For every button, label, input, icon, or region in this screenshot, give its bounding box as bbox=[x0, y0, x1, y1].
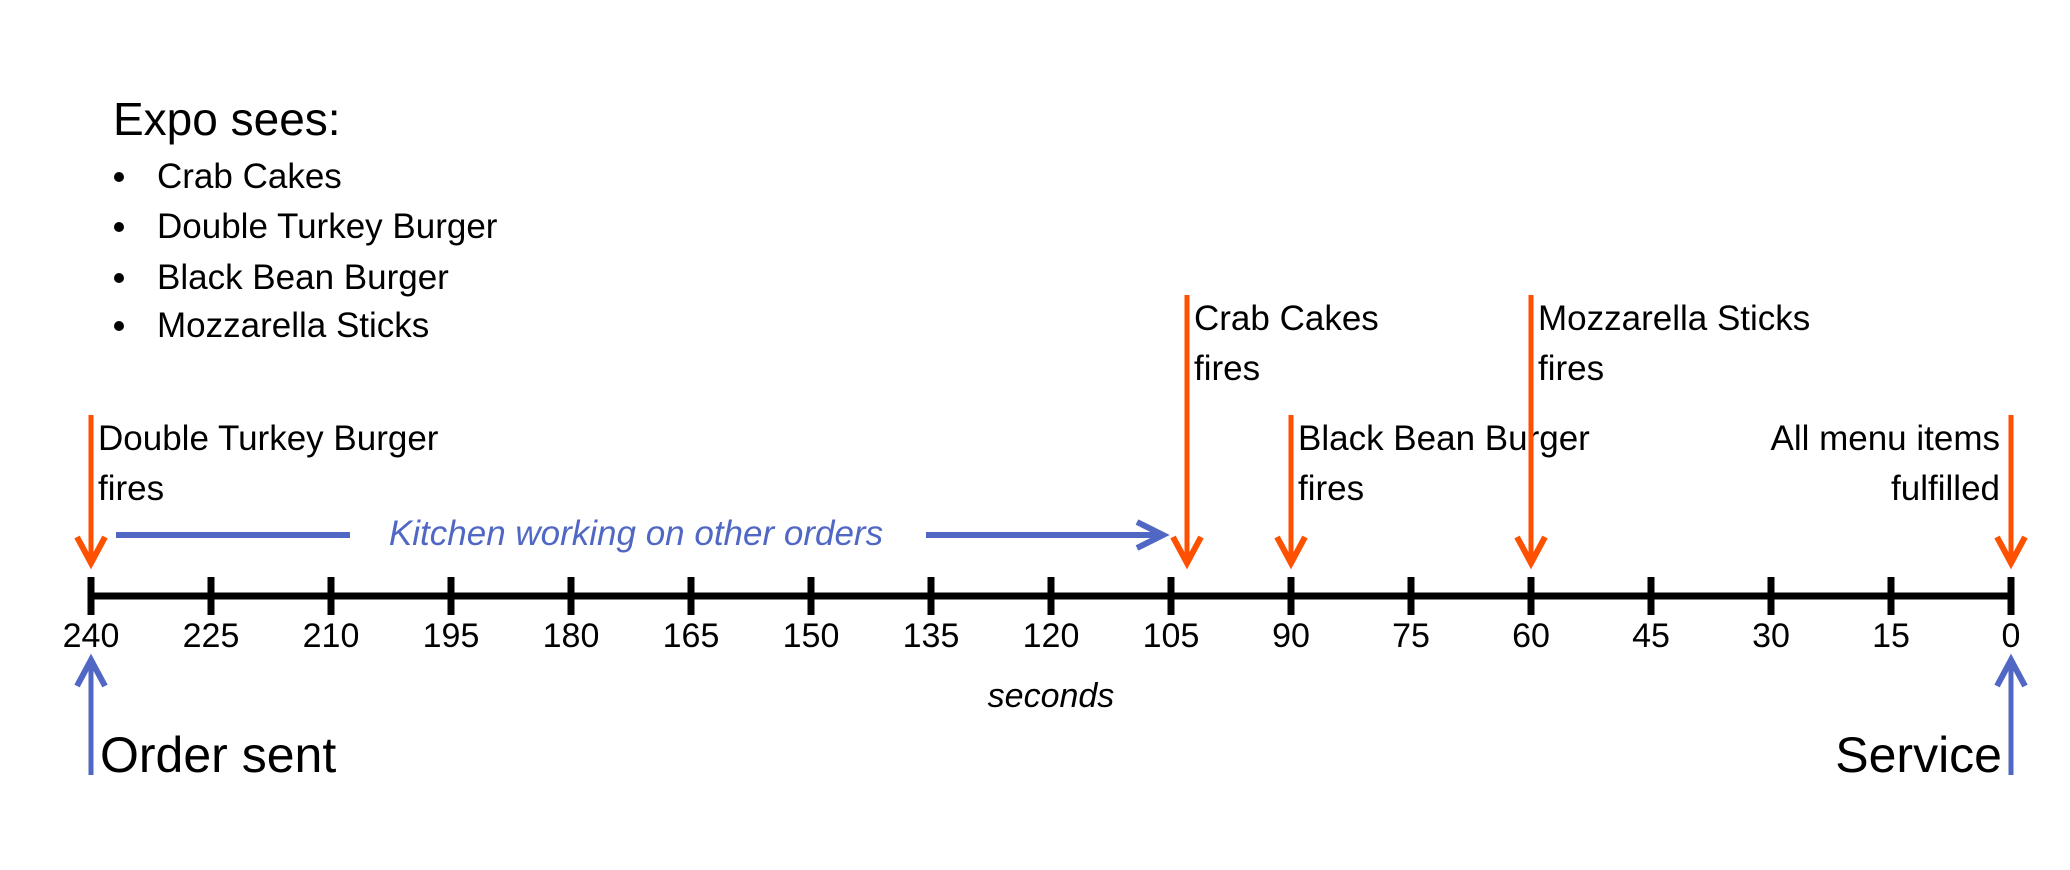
order-sent-marker: Order sent bbox=[74, 653, 336, 783]
expo-list-item: Black Bean Burger bbox=[114, 258, 449, 297]
axis-tick-label: 195 bbox=[423, 617, 480, 655]
kitchen-span: Kitchen working on other orders bbox=[116, 514, 1170, 553]
expo-list-item: Mozzarella Sticks bbox=[114, 306, 429, 345]
fire-event: All menu items fulfilled bbox=[1770, 415, 2028, 570]
bullet-icon bbox=[114, 222, 124, 232]
kitchen-span-label: Kitchen working on other orders bbox=[389, 514, 883, 553]
axis-tick-label: 75 bbox=[1392, 617, 1430, 655]
expo-list-item-label: Double Turkey Burger bbox=[157, 207, 498, 246]
expo-title: Expo sees: bbox=[113, 93, 341, 145]
axis-tick-label: 210 bbox=[303, 617, 360, 655]
axis-tick-label: 165 bbox=[663, 617, 720, 655]
axis-tick-label: 225 bbox=[183, 617, 240, 655]
expo-list-item-label: Black Bean Burger bbox=[157, 258, 449, 297]
bullet-icon bbox=[114, 273, 124, 283]
fire-event-label: fires bbox=[98, 469, 164, 508]
axis-tick-label: 150 bbox=[783, 617, 840, 655]
axis-tick-label: 30 bbox=[1752, 617, 1790, 655]
timeline-diagram: Expo sees: Crab Cakes Double Turkey Burg… bbox=[63, 93, 2028, 783]
endpoint-label: Service bbox=[1835, 727, 2002, 783]
expo-list-item-label: Mozzarella Sticks bbox=[157, 306, 429, 345]
fire-event-label: fires bbox=[1298, 469, 1364, 508]
fire-event-label: fires bbox=[1538, 349, 1604, 388]
fire-event-label: fires bbox=[1194, 349, 1260, 388]
axis-tick-label: 60 bbox=[1512, 617, 1550, 655]
expo-list-item: Crab Cakes bbox=[114, 157, 342, 196]
fire-event-label: Black Bean Burger bbox=[1298, 419, 1590, 458]
axis-tick-label: 0 bbox=[2002, 617, 2021, 655]
fire-event-label: Mozzarella Sticks bbox=[1538, 299, 1810, 338]
axis-tick-label: 240 bbox=[63, 617, 120, 655]
axis-title: seconds bbox=[988, 677, 1115, 715]
service-marker: Service bbox=[1835, 653, 2028, 783]
bullet-icon bbox=[114, 321, 124, 331]
expo-list-item-label: Crab Cakes bbox=[157, 157, 342, 196]
axis-tick-label: 105 bbox=[1143, 617, 1200, 655]
fire-event-label: fulfilled bbox=[1891, 469, 2000, 508]
time-axis: 240 225 210 195 180 165 150 135 120 105 90 75 60 45 30… bbox=[63, 577, 2021, 715]
endpoint-label: Order sent bbox=[100, 727, 336, 783]
axis-tick-label: 135 bbox=[903, 617, 960, 655]
axis-tick-label: 90 bbox=[1272, 617, 1310, 655]
fire-event-label: Double Turkey Burger bbox=[98, 419, 439, 458]
fire-event-label: All menu items bbox=[1770, 419, 2000, 458]
axis-tick-label: 120 bbox=[1023, 617, 1080, 655]
fire-event-label: Crab Cakes bbox=[1194, 299, 1379, 338]
fire-event: Double Turkey Burger fires bbox=[74, 415, 439, 570]
expo-list-item: Double Turkey Burger bbox=[114, 207, 498, 246]
axis-tick-label: 180 bbox=[543, 617, 600, 655]
axis-tick-label: 45 bbox=[1632, 617, 1670, 655]
expo-list: Crab Cakes Double Turkey Burger Black Be… bbox=[114, 157, 498, 345]
axis-tick-label: 15 bbox=[1872, 617, 1910, 655]
bullet-icon bbox=[114, 172, 124, 182]
